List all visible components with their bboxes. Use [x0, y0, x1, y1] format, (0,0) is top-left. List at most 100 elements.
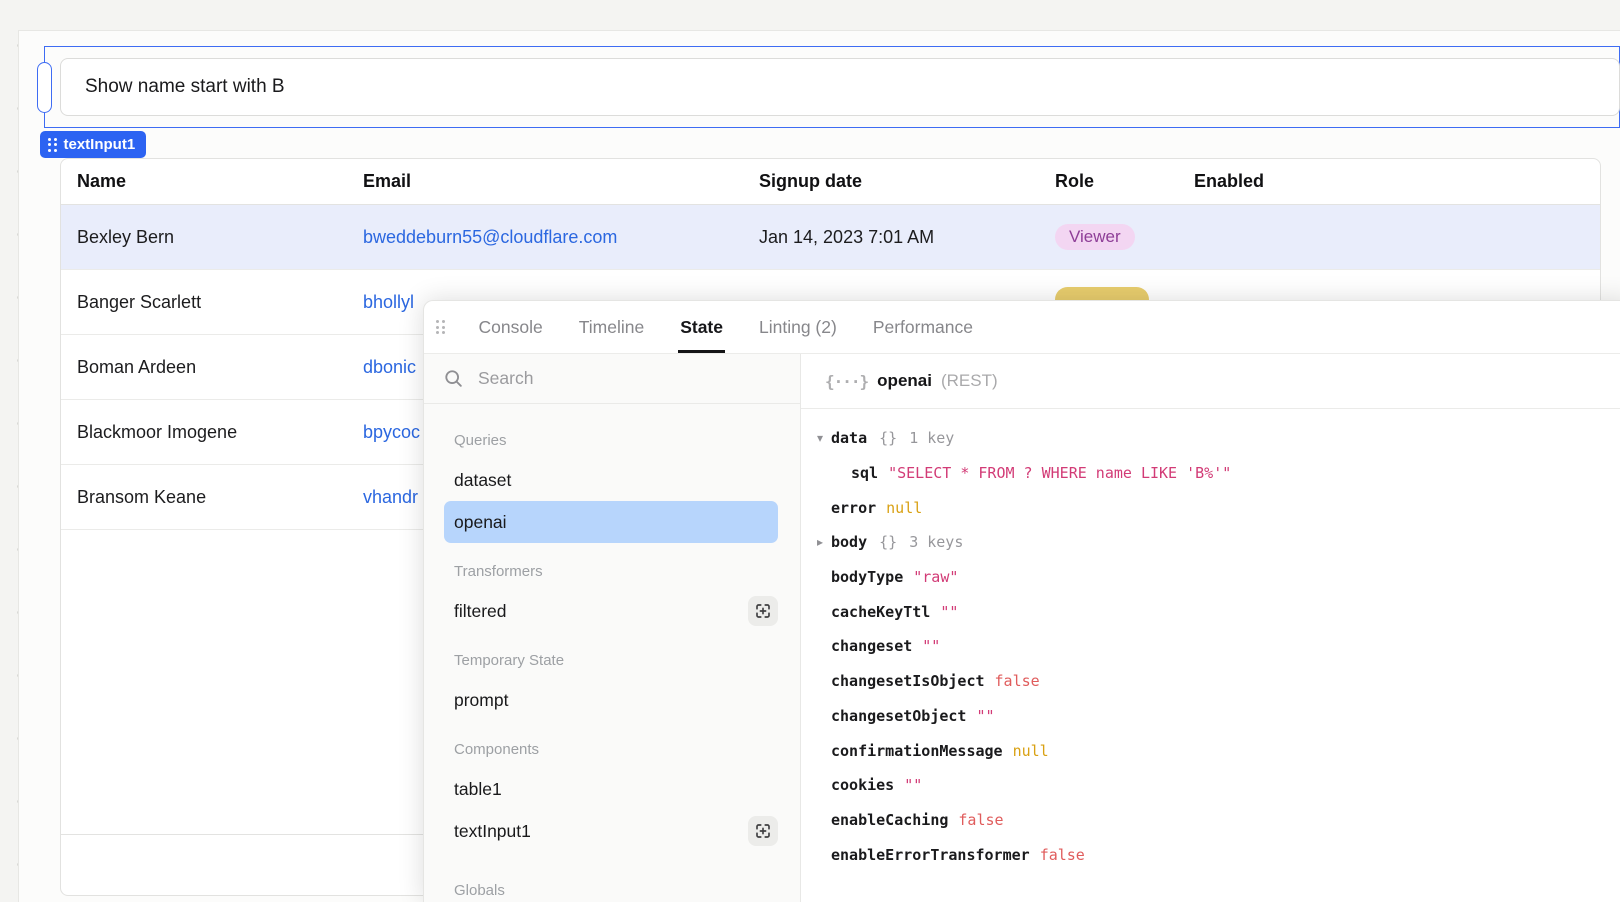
json-tree-row: changesetIsObject false	[809, 664, 1620, 699]
debug-tab[interactable]: Timeline	[577, 301, 646, 353]
sidebar-item-label: filtered	[454, 601, 507, 622]
search-icon	[444, 369, 464, 389]
column-header[interactable]: Email	[347, 171, 743, 192]
json-value: ""	[940, 603, 958, 621]
json-tree-row[interactable]: ▾ data {} 1 key	[809, 421, 1620, 456]
state-sidebar: Search Queries dataset openai Transforme…	[424, 354, 801, 902]
focus-target-icon	[754, 602, 772, 620]
cell-name: Banger Scarlett	[61, 292, 347, 313]
json-key: data	[831, 429, 867, 447]
debug-tab-bar: Console Timeline State Linting (2) Performan…	[424, 301, 1620, 354]
sidebar-section: Transformers filtered	[454, 563, 778, 632]
focus-component-button[interactable]	[748, 596, 778, 626]
inspector-header: {···} openai (REST)	[801, 354, 1620, 409]
column-header[interactable]: Role	[1039, 171, 1178, 192]
role-badge: Viewer	[1055, 224, 1135, 250]
sidebar-item-label: dataset	[454, 470, 511, 491]
sidebar-section: Temporary State prompt	[454, 652, 778, 721]
debug-tab[interactable]: State	[678, 301, 725, 353]
json-tree-row: sql "SELECT * FROM ? WHERE name LIKE 'B%…	[809, 456, 1620, 491]
panel-drag-handle-icon[interactable]	[436, 320, 445, 334]
sidebar-item[interactable]: textInput1	[454, 810, 778, 852]
cell-email-link[interactable]: bweddeburn55@cloudflare.com	[347, 227, 743, 248]
component-name-badge[interactable]: textInput1	[40, 131, 146, 158]
json-key: bodyType	[831, 568, 903, 586]
cell-name: Bransom Keane	[61, 487, 347, 508]
json-value: ""	[976, 707, 994, 725]
debug-tab[interactable]: Performance	[871, 301, 975, 353]
cell-name: Bexley Bern	[61, 227, 347, 248]
json-value: false	[958, 811, 1003, 829]
json-key: body	[831, 533, 867, 551]
object-badge: {}	[879, 533, 897, 551]
sidebar-section-label: Components	[454, 741, 778, 758]
focus-component-button[interactable]	[748, 816, 778, 846]
column-header[interactable]: Name	[61, 171, 347, 192]
debug-tab[interactable]: Console	[477, 301, 545, 353]
json-key: changeset	[831, 637, 912, 655]
sidebar-section-label: Temporary State	[454, 652, 778, 669]
json-value: false	[1040, 846, 1085, 864]
sidebar-section: Queries dataset openai	[454, 432, 778, 543]
json-value: "SELECT * FROM ? WHERE name LIKE 'B%'"	[888, 464, 1231, 482]
drag-dots-icon	[48, 138, 57, 152]
json-tree-row: bodyType "raw"	[809, 560, 1620, 595]
json-value: ""	[922, 637, 940, 655]
json-value: "raw"	[913, 568, 958, 586]
focus-target-icon	[754, 822, 772, 840]
table-header-row: NameEmailSignup dateRoleEnabled	[61, 159, 1600, 205]
json-tree-row: error null	[809, 490, 1620, 525]
json-tree-row: confirmationMessage null	[809, 733, 1620, 768]
expand-arrow-icon: ▸	[809, 535, 831, 549]
cell-signup-date: Jan 14, 2023 7:01 AM	[743, 227, 1039, 248]
json-tree-row: enableCaching false	[809, 803, 1620, 838]
sidebar-item[interactable]: filtered	[454, 590, 778, 632]
table-row[interactable]: Bexley Bern bweddeburn55@cloudflare.com …	[61, 205, 1600, 270]
inspector-type-label: (REST)	[941, 371, 998, 391]
json-key: confirmationMessage	[831, 742, 1003, 760]
json-key: cacheKeyTtl	[831, 603, 930, 621]
state-inspector: {···} openai (REST) ▾ data {} 1 key sql "…	[801, 354, 1620, 902]
sidebar-section-label: Transformers	[454, 563, 778, 580]
column-header[interactable]: Enabled	[1178, 171, 1600, 192]
resize-handle[interactable]	[37, 62, 52, 113]
sidebar-section-label: Queries	[454, 432, 778, 449]
json-value: null	[1013, 742, 1049, 760]
json-tree-row: enableErrorTransformer false	[809, 837, 1620, 872]
cell-name: Boman Ardeen	[61, 357, 347, 378]
sidebar-item-label: prompt	[454, 690, 508, 711]
sidebar-item[interactable]: table1	[454, 768, 778, 810]
column-header[interactable]: Signup date	[743, 171, 1039, 192]
json-tree-row: changeset ""	[809, 629, 1620, 664]
json-key: changesetObject	[831, 707, 966, 725]
json-key: sql	[851, 464, 878, 482]
text-input-field[interactable]: Show name start with B	[60, 58, 1620, 116]
state-search[interactable]: Search	[424, 354, 800, 404]
debug-tab[interactable]: Linting (2)	[757, 301, 839, 353]
json-key: enableErrorTransformer	[831, 846, 1030, 864]
key-count-label: 1 key	[909, 429, 954, 447]
cell-name: Blackmoor Imogene	[61, 422, 347, 443]
sidebar-item[interactable]: prompt	[454, 679, 778, 721]
cell-role: Viewer	[1039, 224, 1178, 250]
state-json-tree: ▾ data {} 1 key sql "SELECT * FROM ? WHER…	[801, 409, 1620, 872]
debug-panel: Console Timeline State Linting (2) Performan…	[423, 300, 1620, 902]
sidebar-section-label: Globals	[454, 882, 778, 899]
object-icon: {···}	[825, 372, 868, 391]
state-entity-list: Queries dataset openai Transformers filt…	[424, 404, 800, 902]
json-tree-row[interactable]: ▸ body {}3 keys	[809, 525, 1620, 560]
json-value: ""	[904, 776, 922, 794]
json-key: cookies	[831, 776, 894, 794]
sidebar-item[interactable]: dataset	[454, 459, 778, 501]
json-key: changesetIsObject	[831, 672, 985, 690]
json-value: null	[886, 499, 922, 517]
object-badge: {}	[879, 429, 897, 447]
json-key: enableCaching	[831, 811, 948, 829]
json-key: error	[831, 499, 876, 517]
search-placeholder: Search	[478, 368, 533, 389]
sidebar-item[interactable]: openai	[444, 501, 778, 543]
sidebar-item-label: table1	[454, 779, 502, 800]
expand-arrow-icon: ▾	[809, 431, 831, 445]
json-tree-row: changesetObject ""	[809, 699, 1620, 734]
json-value: false	[995, 672, 1040, 690]
